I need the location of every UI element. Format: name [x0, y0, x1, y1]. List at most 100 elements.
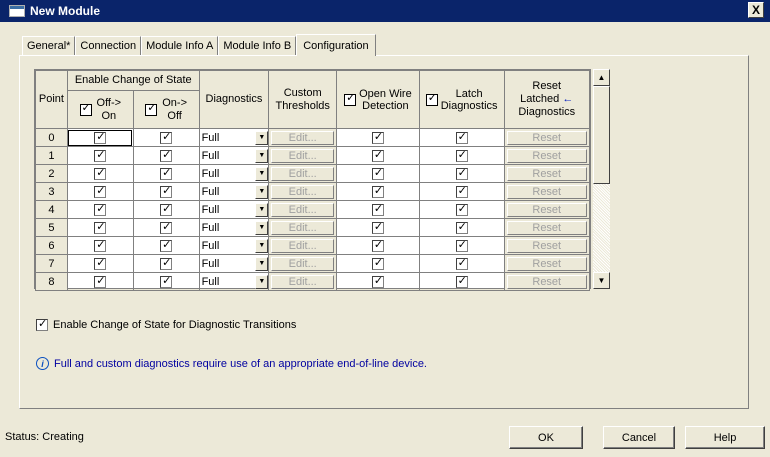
- on-off-cell[interactable]: [132, 128, 200, 147]
- off-on-cell[interactable]: [66, 200, 134, 219]
- diagnostics-cell[interactable]: Full ▼: [198, 128, 270, 147]
- dropdown-arrow-icon[interactable]: ▼: [255, 220, 268, 235]
- dropdown-arrow-icon[interactable]: ▼: [255, 130, 268, 145]
- on-off-checkbox[interactable]: [160, 274, 173, 288]
- on-off-cell[interactable]: [132, 164, 200, 183]
- on-off-cell[interactable]: [132, 182, 200, 201]
- latch-checkbox[interactable]: [455, 184, 468, 198]
- latch-cell[interactable]: [418, 128, 505, 147]
- latch-cell[interactable]: [418, 200, 505, 219]
- open-wire-cell[interactable]: [336, 218, 420, 237]
- off-on-checkbox[interactable]: [94, 274, 107, 288]
- open-wire-checkbox[interactable]: [371, 202, 384, 216]
- open-wire-cell[interactable]: [336, 200, 420, 219]
- scroll-down-icon[interactable]: ▼: [593, 272, 610, 289]
- reset-button[interactable]: Reset: [506, 220, 587, 235]
- reset-button[interactable]: Reset: [506, 184, 587, 199]
- check-all-icon[interactable]: [425, 92, 438, 106]
- dropdown-arrow-icon[interactable]: ▼: [255, 202, 268, 217]
- latch-cell[interactable]: [418, 218, 505, 237]
- on-off-cell[interactable]: [132, 254, 200, 273]
- edit-button[interactable]: Edit...: [271, 202, 335, 217]
- on-off-checkbox[interactable]: [160, 184, 173, 198]
- diagnostics-cell[interactable]: Full ▼: [198, 200, 270, 219]
- on-off-cell[interactable]: [132, 236, 200, 255]
- open-wire-cell[interactable]: [336, 182, 420, 201]
- on-off-checkbox[interactable]: [160, 238, 173, 252]
- reset-button[interactable]: Reset: [506, 256, 587, 271]
- tab-module-info-b[interactable]: Module Info B: [218, 36, 297, 55]
- edit-button[interactable]: Edit...: [271, 220, 335, 235]
- off-on-cell[interactable]: [66, 236, 134, 255]
- on-off-cell[interactable]: [132, 272, 200, 291]
- header-off-on[interactable]: Off->On: [66, 90, 134, 129]
- on-off-checkbox[interactable]: [160, 148, 173, 162]
- off-on-cell[interactable]: [66, 254, 134, 273]
- off-on-cell[interactable]: [66, 164, 134, 183]
- off-on-checkbox[interactable]: [94, 238, 107, 252]
- header-latch-diagnostics[interactable]: LatchDiagnostics: [418, 70, 505, 129]
- check-all-icon[interactable]: [79, 102, 92, 116]
- off-on-checkbox[interactable]: [94, 166, 107, 180]
- diagnostics-cell[interactable]: Full ▼: [198, 218, 270, 237]
- off-on-checkbox[interactable]: [94, 130, 107, 144]
- off-on-checkbox[interactable]: [94, 202, 107, 216]
- dropdown-arrow-icon[interactable]: ▼: [255, 148, 268, 163]
- latch-checkbox[interactable]: [455, 274, 468, 288]
- check-all-icon[interactable]: [344, 92, 357, 106]
- on-off-cell[interactable]: [132, 218, 200, 237]
- enable-cos-diagnostic-checkbox[interactable]: [36, 317, 48, 331]
- latch-cell[interactable]: [418, 236, 505, 255]
- off-on-cell[interactable]: [66, 182, 134, 201]
- edit-button[interactable]: Edit...: [271, 256, 335, 271]
- open-wire-checkbox[interactable]: [371, 256, 384, 270]
- scroll-up-icon[interactable]: ▲: [593, 69, 610, 86]
- latch-checkbox[interactable]: [455, 238, 468, 252]
- reset-button[interactable]: Reset: [506, 148, 587, 163]
- open-wire-cell[interactable]: [336, 128, 420, 147]
- check-all-icon[interactable]: [145, 102, 158, 116]
- header-open-wire[interactable]: Open WireDetection: [336, 70, 420, 129]
- dropdown-arrow-icon[interactable]: ▼: [255, 238, 268, 253]
- tab-connection[interactable]: Connection: [75, 36, 142, 55]
- edit-button[interactable]: Edit...: [271, 148, 335, 163]
- diagnostics-cell[interactable]: Full ▼: [198, 146, 270, 165]
- open-wire-cell[interactable]: [336, 236, 420, 255]
- off-on-cell[interactable]: [66, 128, 134, 147]
- diagnostics-cell[interactable]: Full ▼: [198, 254, 270, 273]
- off-on-checkbox[interactable]: [94, 184, 107, 198]
- open-wire-checkbox[interactable]: [371, 274, 384, 288]
- dropdown-arrow-icon[interactable]: ▼: [255, 256, 268, 271]
- latch-checkbox[interactable]: [455, 166, 468, 180]
- latch-cell[interactable]: [418, 272, 505, 291]
- latch-checkbox[interactable]: [455, 256, 468, 270]
- off-on-checkbox[interactable]: [94, 256, 107, 270]
- latch-cell[interactable]: [418, 164, 505, 183]
- open-wire-checkbox[interactable]: [371, 166, 384, 180]
- open-wire-checkbox[interactable]: [371, 130, 384, 144]
- off-on-checkbox[interactable]: [94, 220, 107, 234]
- ok-button[interactable]: OK: [509, 426, 583, 449]
- open-wire-cell[interactable]: [336, 146, 420, 165]
- latch-checkbox[interactable]: [455, 130, 468, 144]
- open-wire-checkbox[interactable]: [371, 184, 384, 198]
- reset-button[interactable]: Reset: [506, 202, 587, 217]
- latch-cell[interactable]: [418, 182, 505, 201]
- open-wire-cell[interactable]: [336, 254, 420, 273]
- dropdown-arrow-icon[interactable]: ▼: [255, 274, 268, 289]
- enable-cos-diagnostic-option[interactable]: Enable Change of State for Diagnostic Tr…: [36, 317, 296, 331]
- open-wire-checkbox[interactable]: [371, 220, 384, 234]
- tab-configuration[interactable]: Configuration: [296, 34, 376, 56]
- close-button[interactable]: X: [748, 2, 764, 18]
- diagnostics-cell[interactable]: Full ▼: [198, 164, 270, 183]
- latch-checkbox[interactable]: [455, 202, 468, 216]
- latch-cell[interactable]: [418, 254, 505, 273]
- reset-button[interactable]: Reset: [506, 130, 587, 145]
- diagnostics-cell[interactable]: Full ▼: [198, 236, 270, 255]
- dropdown-arrow-icon[interactable]: ▼: [255, 184, 268, 199]
- edit-button[interactable]: Edit...: [271, 166, 335, 181]
- reset-button[interactable]: Reset: [506, 274, 587, 289]
- open-wire-checkbox[interactable]: [371, 148, 384, 162]
- scroll-thumb[interactable]: [593, 86, 610, 184]
- latch-checkbox[interactable]: [455, 148, 468, 162]
